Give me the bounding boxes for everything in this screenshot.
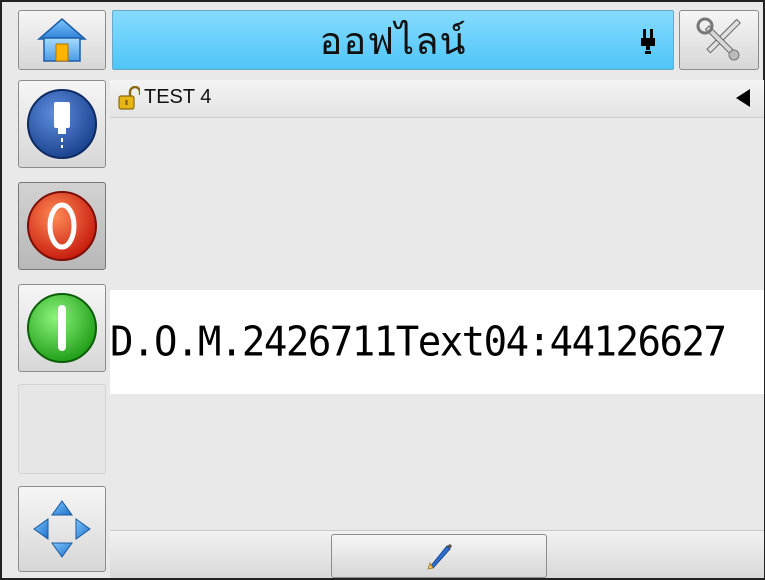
- ink-system-button[interactable]: [18, 80, 106, 168]
- tools-button[interactable]: [679, 10, 759, 70]
- app-frame: ออฟไลน์ TEST 4 D.O.M.2426711Text04:44126…: [0, 0, 765, 580]
- pencil-icon: [427, 544, 452, 570]
- message-name: TEST 4: [144, 86, 212, 108]
- stop-button[interactable]: [18, 182, 106, 270]
- home-button[interactable]: [18, 10, 106, 70]
- unlocked-padlock-icon: [118, 86, 140, 110]
- printer-status: ออฟไลน์: [319, 18, 467, 63]
- navigate-button[interactable]: [18, 486, 106, 572]
- empty-slot-button: [18, 384, 106, 474]
- bottom-toolbar: [110, 530, 764, 578]
- message-preview: D.O.M.2426711Text04:44126627: [110, 118, 764, 530]
- print-band[interactable]: D.O.M.2426711Text04:44126627: [110, 290, 764, 394]
- edit-button[interactable]: [331, 534, 547, 578]
- ink-bottle-icon: [27, 89, 97, 159]
- start-button[interactable]: [18, 284, 106, 372]
- tools-icon: [696, 17, 741, 61]
- home-icon: [37, 18, 87, 62]
- plug-icon: [641, 29, 655, 54]
- print-text: D.O.M.2426711Text04:44126627: [110, 318, 727, 367]
- message-header[interactable]: TEST 4: [110, 80, 764, 118]
- start-icon: [27, 293, 97, 363]
- back-arrow-icon[interactable]: [736, 89, 750, 107]
- navigate-arrows-icon: [33, 500, 91, 558]
- status-bar[interactable]: ออฟไลน์: [112, 10, 674, 70]
- stop-icon: [27, 191, 97, 261]
